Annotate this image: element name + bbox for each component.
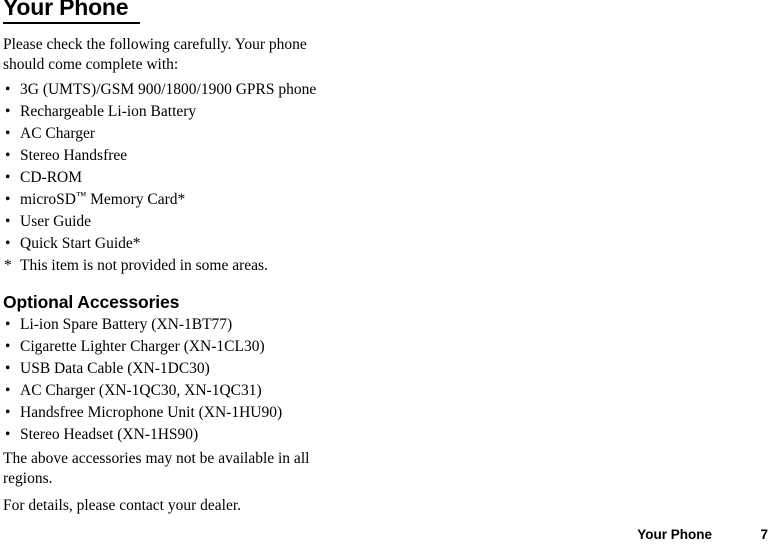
list-item: • Stereo Handsfree xyxy=(3,145,348,167)
list-item-label: Cigarette Lighter Charger (XN-1CL30) xyxy=(20,338,265,355)
list-item-label: AC Charger (XN-1QC30, XN-1QC31) xyxy=(20,382,262,399)
list-item: • Stereo Headset (XN-1HS90) xyxy=(3,424,348,446)
list-item: • Cigarette Lighter Charger (XN-1CL30) xyxy=(3,336,348,358)
list-item: • 3G (UMTS)/GSM 900/1800/1900 GPRS phone xyxy=(3,79,348,101)
content-column: Your Phone Please check the following ca… xyxy=(3,0,348,516)
bullet-icon: • xyxy=(5,191,11,208)
list-item-label: CD-ROM xyxy=(20,169,83,186)
list-item: • microSD™ Memory Card* xyxy=(3,189,348,211)
bullet-icon: • xyxy=(5,426,11,443)
bullet-icon: • xyxy=(5,404,11,421)
list-item: • User Guide xyxy=(3,211,348,233)
list-item-label: Stereo Headset (XN-1HS90) xyxy=(20,426,199,443)
footer-page-number: 7 xyxy=(760,527,768,542)
list-item: • Li-ion Spare Battery (XN-1BT77) xyxy=(3,314,348,336)
footnote-marker: * xyxy=(4,257,12,274)
list-item: • Rechargeable Li-ion Battery xyxy=(3,101,348,123)
list-item: • CD-ROM xyxy=(3,167,348,189)
bullet-icon: • xyxy=(5,360,11,377)
footer-section-label: Your Phone xyxy=(637,527,712,542)
intro-paragraph: Please check the following carefully. Yo… xyxy=(3,36,307,73)
bullet-icon: • xyxy=(5,169,11,186)
bullet-icon: • xyxy=(5,103,11,120)
dealer-note: For details, please contact your dealer. xyxy=(3,497,242,514)
list-item-label: USB Data Cable (XN-1DC30) xyxy=(20,360,210,377)
list-item-label: User Guide xyxy=(20,213,92,230)
list-item-label: 3G (UMTS)/GSM 900/1800/1900 GPRS phone xyxy=(20,81,317,98)
bullet-icon: • xyxy=(5,235,11,252)
list-item: • USB Data Cable (XN-1DC30) xyxy=(3,358,348,380)
list-item-label: AC Charger xyxy=(20,125,96,142)
list-item-label: Rechargeable Li-ion Battery xyxy=(20,103,197,120)
list-item-label: Handsfree Microphone Unit (XN-1HU90) xyxy=(20,404,283,421)
bullet-icon: • xyxy=(5,125,11,142)
box-contents-list: • 3G (UMTS)/GSM 900/1800/1900 GPRS phone… xyxy=(3,79,348,255)
bullet-icon: • xyxy=(5,147,11,164)
footnote-text: This item is not provided in some areas. xyxy=(20,257,268,274)
list-item: • Quick Start Guide* xyxy=(3,233,348,255)
list-item-label: Li-ion Spare Battery (XN-1BT77) xyxy=(20,316,233,333)
list-item-label: Stereo Handsfree xyxy=(20,147,128,164)
page-footer: Your Phone 7 xyxy=(0,525,775,545)
trademark-icon: ™ xyxy=(75,191,87,202)
bullet-icon: • xyxy=(5,338,11,355)
page-title: Your Phone xyxy=(3,0,140,24)
availability-note: The above accessories may not be availab… xyxy=(3,450,310,487)
list-item: • AC Charger (XN-1QC30, XN-1QC31) xyxy=(3,380,348,402)
footnote: * This item is not provided in some area… xyxy=(3,255,348,277)
section-title-optional-accessories: Optional Accessories xyxy=(3,292,180,312)
list-item-label: Quick Start Guide* xyxy=(20,235,141,252)
document-page: Your Phone Please check the following ca… xyxy=(0,0,775,549)
list-item-label: microSD™ Memory Card* xyxy=(20,191,186,208)
bullet-icon: • xyxy=(5,213,11,230)
list-item: • Handsfree Microphone Unit (XN-1HU90) xyxy=(3,402,348,424)
optional-accessories-list: • Li-ion Spare Battery (XN-1BT77) • Ciga… xyxy=(3,314,348,446)
bullet-icon: • xyxy=(5,382,11,399)
bullet-icon: • xyxy=(5,316,11,333)
bullet-icon: • xyxy=(5,81,11,98)
list-item: • AC Charger xyxy=(3,123,348,145)
